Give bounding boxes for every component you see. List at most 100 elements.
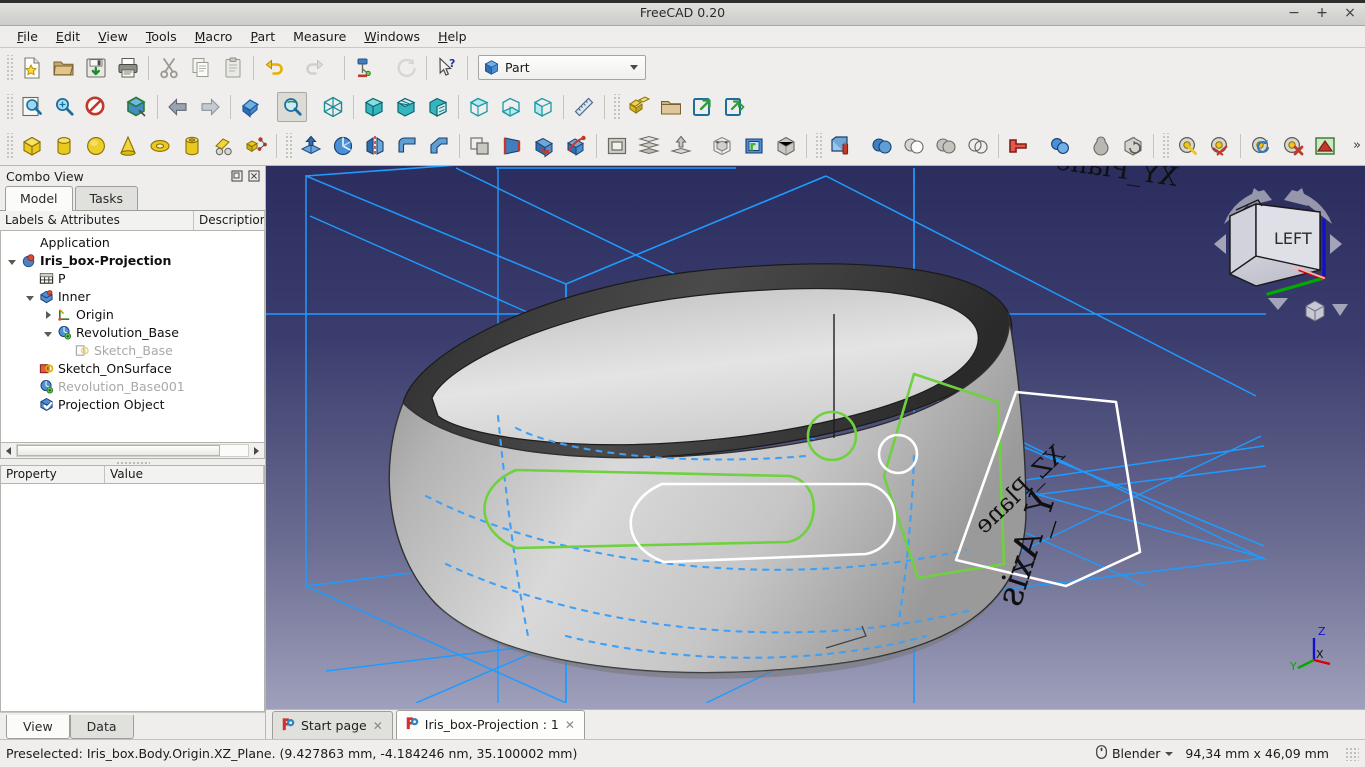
- menu-windows[interactable]: Windows: [355, 27, 429, 46]
- shape-builder-button[interactable]: [209, 131, 239, 161]
- toolbar-grip[interactable]: [1161, 132, 1169, 159]
- boolean-button[interactable]: [826, 131, 856, 161]
- compound-tools-button[interactable]: [1086, 131, 1116, 161]
- right-view-button[interactable]: [423, 92, 453, 122]
- mirror-button[interactable]: [360, 131, 390, 161]
- tree-item-iris-box-projection[interactable]: Iris_box-Projection: [1, 251, 264, 269]
- menu-tools[interactable]: Tools: [137, 27, 186, 46]
- tree-horizontal-scrollbar[interactable]: [0, 443, 265, 459]
- copy-button[interactable]: [186, 53, 216, 83]
- toolbar-grip[interactable]: [5, 54, 13, 81]
- resize-grip[interactable]: [1345, 746, 1359, 761]
- scrollbar-track[interactable]: [16, 444, 249, 457]
- left-view-button[interactable]: [528, 92, 558, 122]
- cylinder-primitive-button[interactable]: [49, 131, 79, 161]
- split-button[interactable]: [1045, 131, 1075, 161]
- tube-primitive-button[interactable]: [177, 131, 207, 161]
- combo-tab-model[interactable]: Model: [5, 186, 73, 211]
- model-tree[interactable]: Application Iris_box-Projection P Inner Orig…: [0, 231, 265, 443]
- ruled-surface-button[interactable]: [497, 131, 527, 161]
- tree-expander-open[interactable]: [41, 325, 55, 340]
- create-group-button[interactable]: [656, 92, 686, 122]
- measure-clear-all-button[interactable]: [1278, 131, 1308, 161]
- offset-2d-button[interactable]: [465, 131, 495, 161]
- sphere-primitive-button[interactable]: [81, 131, 111, 161]
- property-tab-view[interactable]: View: [6, 715, 70, 739]
- navigation-mode-selector[interactable]: Blender: [1096, 745, 1174, 762]
- close-tab-icon[interactable]: ✕: [373, 719, 383, 733]
- whats-this-button[interactable]: ?: [432, 53, 462, 83]
- tree-item-origin[interactable]: Origin: [1, 305, 264, 323]
- print-document-button[interactable]: [113, 53, 143, 83]
- primitives-button[interactable]: [241, 131, 271, 161]
- menu-file[interactable]: File: [8, 27, 47, 46]
- cut-button[interactable]: [154, 53, 184, 83]
- measure-distance-button[interactable]: [569, 92, 599, 122]
- zoom-box-button[interactable]: [277, 91, 307, 122]
- toolbar-grip[interactable]: [284, 132, 292, 159]
- make-link-button[interactable]: [688, 92, 718, 122]
- fillet-button[interactable]: [392, 131, 422, 161]
- tree-expander-open[interactable]: [23, 289, 37, 304]
- cone-primitive-button[interactable]: [113, 131, 143, 161]
- maximize-button[interactable]: +: [1315, 6, 1329, 20]
- toolbar-overflow-button[interactable]: »: [1353, 138, 1361, 153]
- compound-filter-button[interactable]: [1118, 131, 1148, 161]
- workbench-selector[interactable]: Part: [478, 55, 646, 80]
- measure-linear-button[interactable]: [1173, 131, 1203, 161]
- tree-item-sketch-onsurface[interactable]: Sketch_OnSurface: [1, 359, 264, 377]
- create-part-button[interactable]: [624, 92, 654, 122]
- close-tab-icon[interactable]: ✕: [565, 718, 575, 732]
- isometric-view-button[interactable]: [318, 92, 348, 122]
- revolve-button[interactable]: [328, 131, 358, 161]
- document-tab-iris-box-projection[interactable]: Iris_box-Projection : 1 ✕: [395, 710, 585, 739]
- close-button[interactable]: ×: [1343, 6, 1357, 20]
- float-icon[interactable]: [230, 169, 244, 183]
- shape-info-button[interactable]: [771, 131, 801, 161]
- loft-button[interactable]: [529, 131, 559, 161]
- cross-sections-button[interactable]: [666, 131, 696, 161]
- menu-macro[interactable]: Macro: [186, 27, 242, 46]
- tree-expander-closed[interactable]: [41, 307, 55, 322]
- close-icon[interactable]: [247, 169, 261, 183]
- scroll-left-icon[interactable]: [1, 444, 16, 458]
- chamfer-button[interactable]: [424, 131, 454, 161]
- thickness-button[interactable]: [602, 131, 632, 161]
- extrude-button[interactable]: [296, 131, 326, 161]
- combo-tab-tasks[interactable]: Tasks: [74, 186, 139, 210]
- menu-edit[interactable]: Edit: [47, 27, 89, 46]
- property-column-property[interactable]: Property: [1, 466, 105, 483]
- view-back-button[interactable]: [163, 92, 193, 122]
- toolbar-grip[interactable]: [5, 93, 13, 120]
- tree-item-revolution-base001[interactable]: Revolution_Base001: [1, 377, 264, 395]
- open-document-button[interactable]: [49, 53, 79, 83]
- bounding-box-button[interactable]: [707, 131, 737, 161]
- connect-objects-button[interactable]: [963, 131, 993, 161]
- tree-item-projection-object[interactable]: Projection Object: [1, 395, 264, 413]
- 3d-viewport[interactable]: XY_Plane XZ_Plane Y_Axis LEFT Z Y X: [266, 166, 1365, 709]
- menu-measure[interactable]: Measure: [284, 27, 355, 46]
- sweep-button[interactable]: [561, 131, 591, 161]
- union-button[interactable]: [867, 131, 897, 161]
- minimize-button[interactable]: −: [1287, 6, 1301, 20]
- rear-view-button[interactable]: [464, 92, 494, 122]
- tree-item-inner[interactable]: Inner: [1, 287, 264, 305]
- menu-help[interactable]: Help: [429, 27, 476, 46]
- view-forward-button[interactable]: [195, 92, 225, 122]
- projection-on-surface-button[interactable]: [739, 131, 769, 161]
- save-document-button[interactable]: [81, 53, 111, 83]
- scroll-right-icon[interactable]: [249, 444, 264, 458]
- cut-shapes-button[interactable]: [899, 131, 929, 161]
- property-column-value[interactable]: Value: [105, 466, 264, 483]
- refresh-std-button[interactable]: [350, 53, 380, 83]
- toolbar-grip[interactable]: [612, 93, 620, 120]
- tree-item-application[interactable]: Application: [1, 233, 264, 251]
- scrollbar-thumb[interactable]: [17, 445, 221, 456]
- top-view-button[interactable]: [391, 92, 421, 122]
- menu-view[interactable]: View: [89, 27, 137, 46]
- fit-selection-button[interactable]: [49, 92, 79, 122]
- measure-refresh-button[interactable]: [1246, 131, 1276, 161]
- bottom-view-button[interactable]: [496, 92, 526, 122]
- draw-style-button[interactable]: [81, 92, 111, 122]
- toolbar-grip[interactable]: [814, 132, 822, 159]
